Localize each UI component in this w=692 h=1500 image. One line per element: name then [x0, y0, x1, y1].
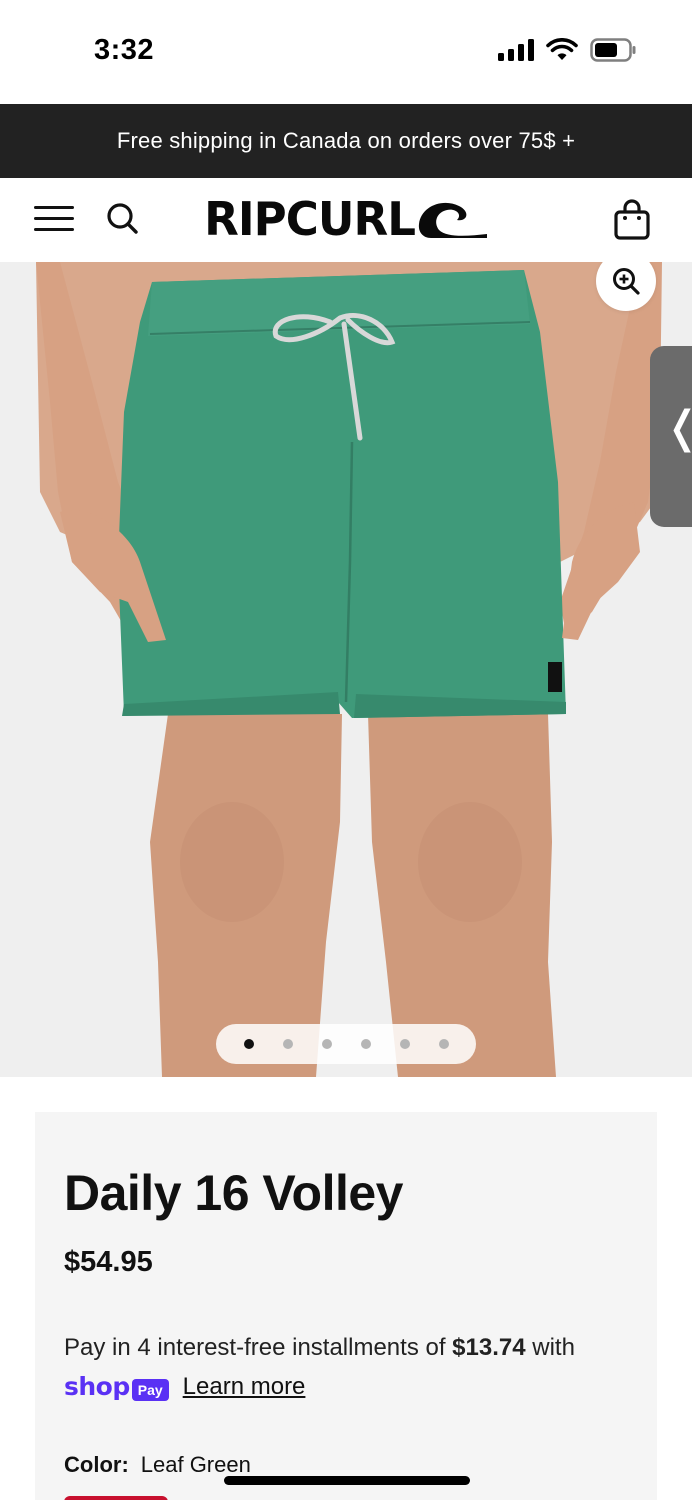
shop-pay-shop-word: shop [64, 1372, 130, 1401]
color-selector-label: Color: Leaf Green [64, 1452, 251, 1478]
color-label: Color: [64, 1452, 129, 1477]
wave-logo-icon [418, 202, 488, 238]
menu-icon [34, 206, 74, 209]
product-gallery[interactable]: ❬ [0, 262, 692, 1077]
product-image[interactable] [0, 262, 692, 1077]
pagination-dot[interactable] [399, 1039, 410, 1049]
status-bar: 3:32 [0, 0, 692, 104]
installments-prefix: Pay in 4 interest-free installments of [64, 1334, 453, 1361]
chevron-left-icon: ❬ [664, 406, 692, 450]
wifi-icon [546, 38, 578, 60]
product-title: Daily 16 Volley [64, 1165, 403, 1221]
shop-pay-badge: Pay [131, 1379, 169, 1401]
gallery-pagination [216, 1024, 476, 1064]
color-swatch[interactable] [64, 1496, 168, 1500]
color-value: Leaf Green [140, 1452, 251, 1477]
status-icons [498, 38, 636, 62]
pagination-dot[interactable] [282, 1039, 293, 1049]
product-info-card: Daily 16 Volley $54.95 Pay in 4 interest… [35, 1112, 657, 1500]
pagination-dot[interactable] [243, 1039, 254, 1049]
battery-icon [590, 38, 636, 62]
search-button[interactable] [104, 200, 142, 238]
cart-button[interactable] [612, 198, 652, 242]
shop-pay-logo: shop Pay [64, 1372, 169, 1401]
promo-text: Free shipping in Canada on orders over 7… [116, 128, 576, 153]
site-header: RIPCURL [0, 178, 692, 262]
pagination-dot[interactable] [360, 1039, 371, 1049]
promo-banner[interactable]: Free shipping in Canada on orders over 7… [0, 104, 692, 178]
shop-pay-row: shop Pay Learn more [64, 1372, 305, 1401]
pagination-dot[interactable] [438, 1039, 449, 1049]
zoom-in-icon [613, 268, 640, 295]
search-icon [107, 203, 138, 234]
signal-icon [498, 39, 534, 61]
installment-amount: $13.74 [452, 1334, 526, 1361]
pagination-dot[interactable] [321, 1039, 332, 1049]
shopping-bag-icon [614, 199, 650, 240]
installments-text: Pay in 4 interest-free installments of $… [64, 1334, 575, 1362]
ripcurl-logo[interactable]: RIPCURL [202, 196, 489, 242]
menu-button[interactable] [34, 206, 74, 234]
product-price: $54.95 [64, 1246, 153, 1278]
home-indicator [224, 1476, 470, 1485]
installments-suffix: with [525, 1334, 575, 1361]
learn-more-link[interactable]: Learn more [183, 1373, 306, 1401]
logo-text: RIPCURL [204, 192, 416, 246]
status-time: 3:32 [94, 34, 155, 66]
side-drawer-tab[interactable]: ❬ [650, 346, 692, 527]
